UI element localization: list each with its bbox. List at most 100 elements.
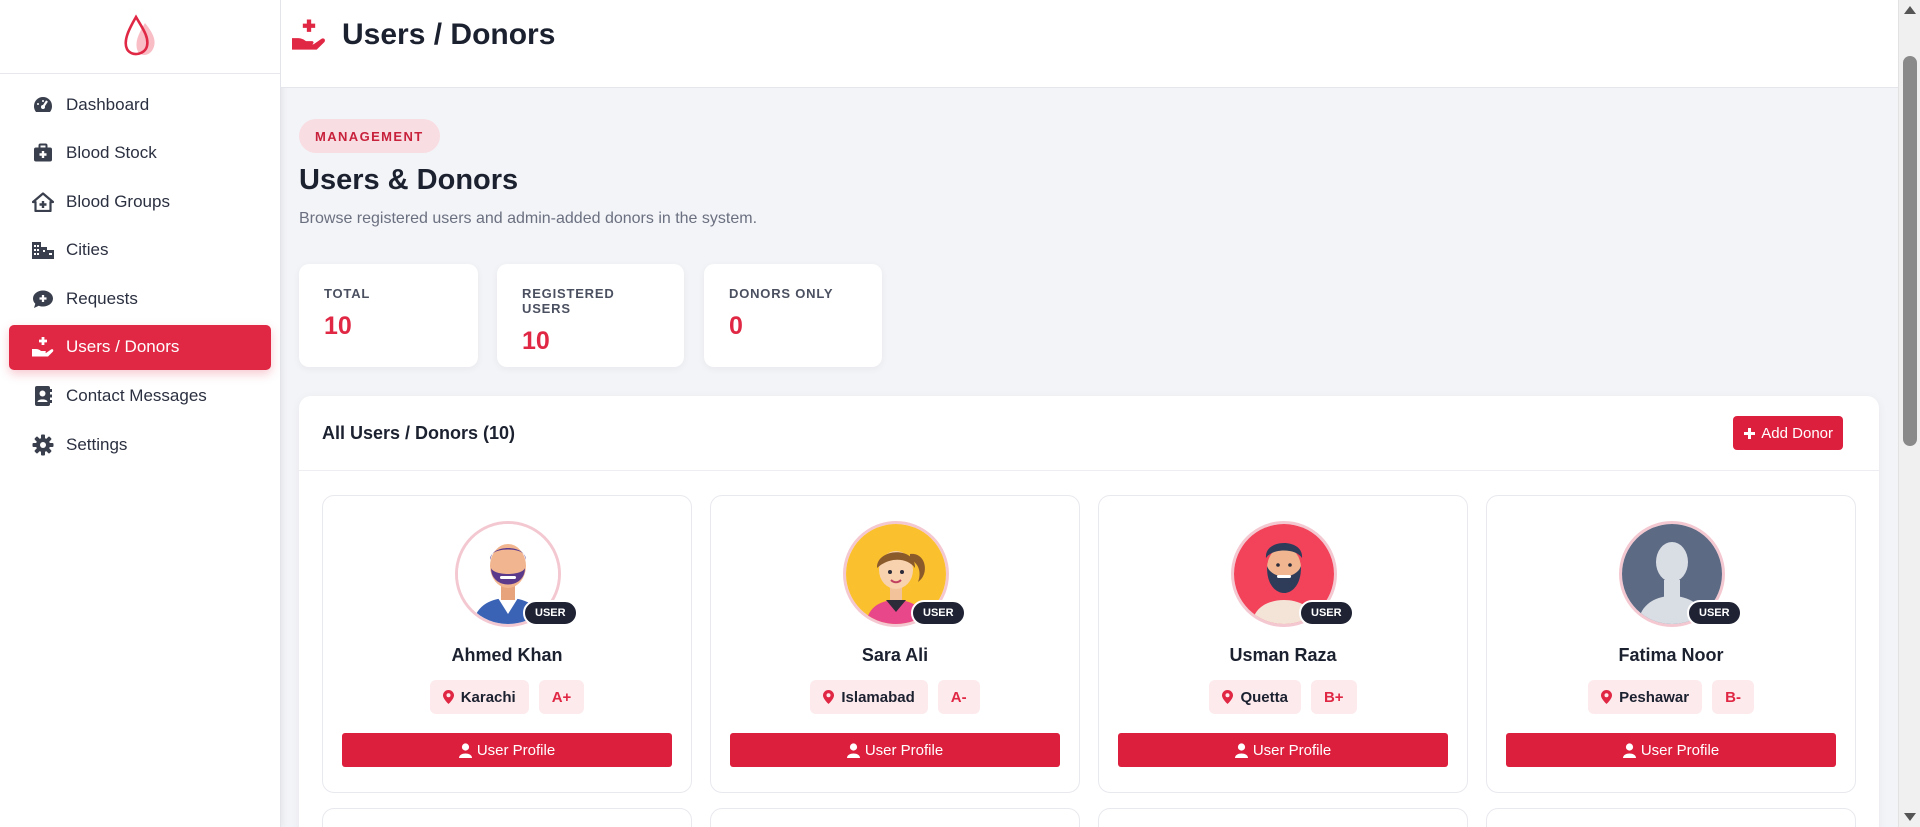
city-tag: Peshawar — [1588, 680, 1703, 714]
sidebar-item-contact-messages[interactable]: Contact Messages — [9, 374, 271, 419]
user-profile-label: User Profile — [1640, 741, 1720, 759]
user-card — [1486, 808, 1856, 827]
comment-medical-icon — [31, 288, 55, 310]
add-donor-button[interactable]: Add Donor — [1733, 416, 1843, 450]
user-name: Usman Raza — [1229, 645, 1337, 665]
city-tag: Islamabad — [810, 680, 928, 714]
panel-title: All Users / Donors (10) — [322, 422, 516, 443]
hand-holding-medical-icon — [31, 336, 55, 358]
user-card: USER Usman Raza Quetta B+ User Profile — [1098, 495, 1468, 793]
page-scrollbar[interactable] — [1898, 0, 1920, 827]
section-badge: MANAGEMENT — [299, 119, 440, 153]
stat-value: 0 — [729, 312, 743, 340]
stat-label: REGISTERED USERS — [522, 286, 615, 316]
sidebar-item-label: Blood Groups — [66, 191, 170, 211]
city-label: Quetta — [1240, 688, 1288, 706]
city-label: Karachi — [460, 688, 516, 706]
blood-group-tag: A- — [937, 680, 980, 714]
role-badge: USER — [911, 600, 966, 626]
user-card: USER Sara Ali Islamabad A- User Profile — [710, 495, 1080, 793]
user-profile-button[interactable]: User Profile — [1506, 733, 1836, 767]
city-tag: Quetta — [1209, 680, 1301, 714]
stat-card-registered-users: REGISTERED USERS 10 — [497, 264, 684, 367]
sidebar-item-label: Dashboard — [66, 94, 150, 114]
user-tags: Islamabad A- — [711, 680, 1079, 714]
stat-label: DONORS ONLY — [729, 286, 834, 301]
user-profile-label: User Profile — [864, 741, 944, 759]
scroll-down-arrow-icon[interactable] — [1904, 813, 1916, 821]
sidebar-item-blood-stock[interactable]: Blood Stock — [9, 131, 271, 176]
sidebar-item-blood-groups[interactable]: Blood Groups — [9, 179, 271, 224]
sidebar-item-dashboard[interactable]: Dashboard — [9, 82, 271, 127]
role-badge: USER — [523, 600, 578, 626]
map-pin-icon — [442, 690, 454, 704]
user-profile-label: User Profile — [1252, 741, 1332, 759]
user-tags: Karachi A+ — [323, 680, 691, 714]
blood-group-tag: B- — [1712, 680, 1754, 714]
gauge-icon — [31, 94, 55, 116]
user-profile-button[interactable]: User Profile — [342, 733, 672, 767]
house-medical-icon — [31, 191, 55, 213]
page-subtitle: Browse registered users and admin-added … — [299, 210, 758, 227]
page-heading: Users & Donors — [299, 164, 519, 196]
user-card — [710, 808, 1080, 827]
user-tags: Peshawar B- — [1487, 680, 1855, 714]
user-profile-button[interactable]: User Profile — [730, 733, 1060, 767]
sidebar: Dashboard Blood Stock Blood Groups Citie… — [0, 0, 281, 827]
sidebar-item-label: Cities — [66, 240, 109, 260]
scroll-up-arrow-icon[interactable] — [1904, 6, 1916, 14]
user-card: USER Fatima Noor Peshawar B- User Profil… — [1486, 495, 1856, 793]
role-badge: USER — [1687, 600, 1742, 626]
city-icon — [31, 239, 55, 261]
add-donor-label: Add Donor — [1761, 424, 1833, 442]
users-panel: All Users / Donors (10) Add Donor USER A… — [299, 396, 1879, 827]
user-profile-label: User Profile — [476, 741, 556, 759]
stat-card-total: TOTAL 10 — [299, 264, 478, 367]
sidebar-item-label: Blood Stock — [66, 143, 157, 163]
map-pin-icon — [1601, 690, 1613, 704]
map-pin-icon — [1222, 690, 1234, 704]
blood-group-tag: B+ — [1310, 680, 1357, 714]
blood-drop-logo-icon — [124, 13, 155, 55]
topbar: Users / Donors — [281, 0, 1898, 88]
address-book-icon — [31, 385, 55, 407]
role-badge: USER — [1299, 600, 1354, 626]
user-cards-row-2 — [322, 808, 1856, 827]
stat-card-donors-only: DONORS ONLY 0 — [704, 264, 882, 367]
scroll-thumb[interactable] — [1903, 56, 1917, 446]
sidebar-item-users-donors[interactable]: Users / Donors — [9, 324, 271, 370]
user-name: Fatima Noor — [1618, 645, 1724, 665]
panel-header: All Users / Donors (10) Add Donor — [299, 396, 1879, 471]
city-label: Peshawar — [1619, 688, 1690, 706]
city-label: Islamabad — [841, 688, 915, 706]
sidebar-item-label: Users / Donors — [66, 337, 180, 357]
page-title: Users / Donors — [342, 17, 556, 51]
user-name: Sara Ali — [861, 645, 929, 665]
sidebar-item-settings[interactable]: Settings — [9, 422, 271, 467]
sidebar-item-requests[interactable]: Requests — [9, 276, 271, 321]
plus-icon — [1744, 427, 1756, 439]
user-card: USER Ahmed Khan Karachi A+ User Profile — [322, 495, 692, 793]
user-tags: Quetta B+ — [1099, 680, 1467, 714]
city-tag: Karachi — [429, 680, 529, 714]
sidebar-nav: Dashboard Blood Stock Blood Groups Citie… — [0, 74, 280, 467]
stat-label: TOTAL — [324, 286, 371, 301]
user-card — [322, 808, 692, 827]
sidebar-item-label: Requests — [66, 288, 138, 308]
gear-icon — [31, 434, 55, 456]
sidebar-item-label: Settings — [66, 434, 128, 454]
user-icon — [1234, 742, 1248, 758]
medkit-icon — [31, 142, 55, 164]
stat-value: 10 — [522, 327, 550, 355]
user-icon — [458, 742, 472, 758]
user-icon — [1622, 742, 1636, 758]
user-cards-grid: USER Ahmed Khan Karachi A+ User Profile — [322, 495, 1856, 793]
user-profile-button[interactable]: User Profile — [1118, 733, 1448, 767]
hand-holding-medical-icon — [290, 18, 328, 52]
user-icon — [846, 742, 860, 758]
map-pin-icon — [823, 690, 835, 704]
sidebar-item-cities[interactable]: Cities — [9, 228, 271, 273]
user-card — [1098, 808, 1468, 827]
logo[interactable] — [0, 0, 280, 74]
sidebar-item-label: Contact Messages — [66, 386, 207, 406]
